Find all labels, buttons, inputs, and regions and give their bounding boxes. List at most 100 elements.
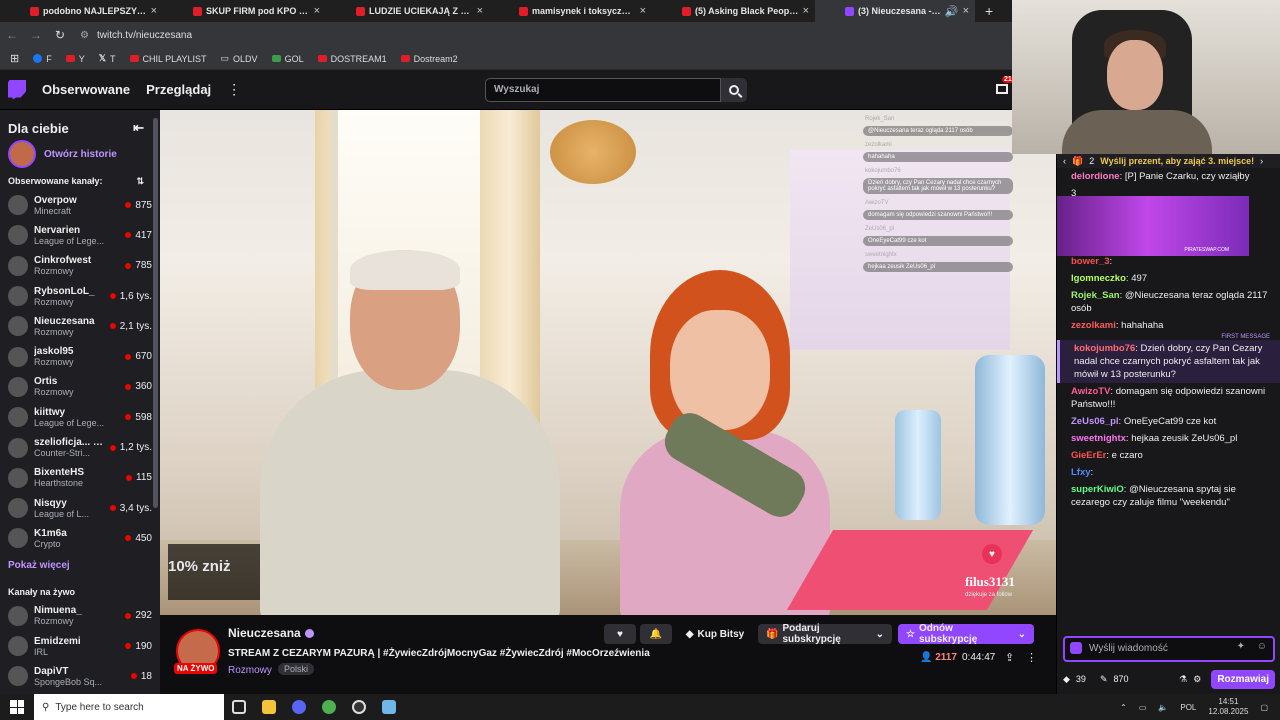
close-tab-icon[interactable]: ×	[314, 5, 320, 17]
chat-username[interactable]: Lfxy	[1071, 467, 1091, 478]
buy-bits-button[interactable]: ◆ Kup Bitsy	[675, 624, 755, 644]
search-input[interactable]: Wyszukaj	[485, 78, 721, 102]
chat-username[interactable]: kokojumbo76	[1074, 343, 1135, 354]
windows-start-icon[interactable]	[10, 700, 24, 714]
bookmark[interactable]: DOSTREAM1	[317, 54, 387, 64]
close-tab-icon[interactable]: ×	[803, 5, 809, 17]
points-balance[interactable]: 870	[1113, 674, 1128, 684]
mute-tab-icon[interactable]: 🔊	[945, 5, 959, 18]
collapse-sidebar-icon[interactable]: ⇤	[133, 120, 144, 136]
streamer-name[interactable]: Nieuczesana	[228, 626, 314, 640]
notifications-icon[interactable]: ▢	[1260, 703, 1268, 712]
network-icon[interactable]: ▭	[1139, 703, 1147, 712]
sidebar-channel[interactable]: Nisqyy League of L... 3,4 tys.	[0, 493, 160, 523]
sidebar-channel[interactable]: Cinkrofwest Rozmowy 785	[0, 251, 160, 281]
browser-tab[interactable]: (5) Asking Black People "Where ×	[652, 0, 815, 22]
chat-ad-banner[interactable]: PIRATESWAP.COM	[1057, 196, 1249, 256]
sidebar-channel[interactable]: DapiVT SpongeBob Sq... 18	[0, 661, 160, 691]
bookmark[interactable]: ▭ OLDV	[221, 53, 258, 64]
sidebar-channel[interactable]: jaskol95 Rozmowy 670	[0, 341, 160, 371]
app-icon[interactable]	[374, 694, 404, 720]
inbox-icon[interactable]	[996, 84, 1008, 94]
file-explorer-icon[interactable]	[254, 694, 284, 720]
sidebar-channel[interactable]: BixenteHS Hearthstone 115	[0, 463, 160, 493]
chat-username[interactable]: bower_3	[1071, 256, 1110, 267]
chrome-icon[interactable]	[314, 694, 344, 720]
sidebar-channel[interactable]: K1m6a Crypto 450	[0, 523, 160, 553]
sidebar-channel[interactable]: szelioficja... +1 Counter-Stri... 1,2 tys.	[0, 432, 160, 462]
sidebar-scrollbar[interactable]	[153, 118, 158, 508]
browser-tab[interactable]: podobno NAJLEPSZY FAST FOO ×	[0, 0, 163, 22]
notifications-button[interactable]: 🔔	[640, 624, 672, 644]
chat-username[interactable]: superKiwiO	[1071, 484, 1124, 495]
site-info-icon[interactable]: ⚙	[80, 30, 89, 41]
video-player[interactable]: Rojek_San @Nieuczesana teraz ogląda 2117 …	[160, 110, 1056, 615]
bookmark[interactable]: Y	[65, 54, 85, 64]
channel-points-balance-icon[interactable]: ✎	[1100, 674, 1108, 685]
apps-icon[interactable]: ⊞	[10, 52, 19, 65]
emote-picker-icon[interactable]: ☺	[1257, 641, 1267, 652]
gift-prompt[interactable]: Wyślij prezent, aby zająć 3. miejsce!	[1100, 156, 1254, 166]
obs-icon[interactable]	[344, 694, 374, 720]
sidebar-channel[interactable]: Overpow Minecraft 875	[0, 190, 160, 220]
bookmark[interactable]: 𝕏T	[99, 53, 116, 64]
bookmark[interactable]: F	[33, 54, 52, 64]
bits-cheer-icon[interactable]: ✦	[1237, 641, 1245, 652]
browser-tab[interactable]: LUDZIE UCIEKAJĄ Z EUROPEJSK ×	[326, 0, 489, 22]
search-button[interactable]	[721, 78, 747, 102]
sidebar-channel[interactable]: RybsonLoL_ Rozmowy 1,6 tys.	[0, 281, 160, 311]
twitch-logo-icon[interactable]	[8, 79, 26, 100]
stories-item[interactable]: Otwórz historie	[0, 138, 160, 170]
renew-sub-button[interactable]: ☆ Odnów subskrypcję ⌄	[898, 623, 1034, 645]
volume-icon[interactable]: 🔈	[1158, 703, 1168, 712]
sidebar-channel[interactable]: kiittwy League of Lege... 598	[0, 402, 160, 432]
bookmark[interactable]: GOL	[271, 54, 304, 64]
task-view-icon[interactable]	[224, 694, 254, 720]
extensions-icon[interactable]: ⚗	[1179, 674, 1187, 685]
chat-username[interactable]: zezolkami	[1071, 320, 1116, 331]
reload-icon[interactable]: ↻	[48, 28, 72, 42]
close-tab-icon[interactable]: ×	[477, 5, 483, 17]
clock[interactable]: 14:51 12.08.2025	[1208, 697, 1248, 717]
browser-tab[interactable]: mamisynek i toksyczna teściow ×	[489, 0, 652, 22]
browser-tab[interactable]: SKUP FIRM pod KPO i „100% W ×	[163, 0, 326, 22]
follow-heart-button[interactable]: ♥	[604, 624, 636, 644]
settings-icon[interactable]: ⚙	[1193, 674, 1201, 685]
sidebar-channel[interactable]: Nervarien League of Lege... 417	[0, 220, 160, 250]
language-tag[interactable]: Polski	[278, 663, 315, 675]
more-options-icon[interactable]: ⋮	[1026, 651, 1037, 664]
chat-username[interactable]: lgomneczko	[1071, 273, 1126, 284]
chat-username[interactable]: sweetnightx	[1071, 433, 1126, 444]
sidebar-channel[interactable]: Emidzemi IRL 190	[0, 631, 160, 661]
more-menu-icon[interactable]: ⋮	[227, 81, 241, 98]
discord-icon[interactable]	[284, 694, 314, 720]
chat-input[interactable]: Wyślij wiadomość ✦ ☺	[1063, 636, 1275, 662]
sidebar-channel[interactable]: Nieuczesana Rozmowy 2,1 tys.	[0, 311, 160, 341]
chat-username[interactable]: ZeUs06_pl	[1071, 416, 1119, 427]
bookmark[interactable]: CHIL PLAYLIST	[129, 54, 207, 64]
language-indicator[interactable]: POL	[1180, 703, 1196, 712]
forward-icon[interactable]: →	[24, 28, 48, 42]
chevron-right-icon[interactable]: ›	[1260, 156, 1263, 166]
bookmark[interactable]: Dostream2	[400, 54, 458, 64]
send-chat-button[interactable]: Rozmawiaj	[1211, 669, 1275, 689]
following-link[interactable]: Obserwowane	[42, 82, 130, 97]
taskbar-search[interactable]: ⚲ Type here to search	[34, 694, 224, 720]
url-field[interactable]: ⚙ twitch.tv/nieuczesana	[80, 30, 192, 41]
chat-username[interactable]: Rojek_San	[1071, 290, 1120, 301]
gift-sub-button[interactable]: 🎁 Podaruj subskrypcję ⌄	[758, 623, 892, 645]
close-tab-icon[interactable]: ×	[640, 5, 646, 17]
sidebar-channel[interactable]: Nimuena_ Rozmowy 292	[0, 601, 160, 631]
new-tab-button[interactable]: +	[975, 3, 1003, 19]
show-more-link[interactable]: Pokaż więcej	[0, 554, 160, 581]
back-icon[interactable]: ←	[0, 28, 24, 42]
close-tab-icon[interactable]: ×	[963, 5, 969, 17]
sort-icon[interactable]: ⇅	[136, 176, 144, 186]
chat-username[interactable]: delordione	[1071, 171, 1120, 182]
sidebar-channel[interactable]: Ortis Rozmowy 360	[0, 372, 160, 402]
chat-username[interactable]: GieErEr	[1071, 450, 1106, 461]
share-icon[interactable]: ⇪	[1005, 651, 1014, 664]
browse-link[interactable]: Przeglądaj	[146, 82, 211, 97]
chevron-left-icon[interactable]: ‹	[1063, 156, 1066, 166]
close-tab-icon[interactable]: ×	[151, 5, 157, 17]
